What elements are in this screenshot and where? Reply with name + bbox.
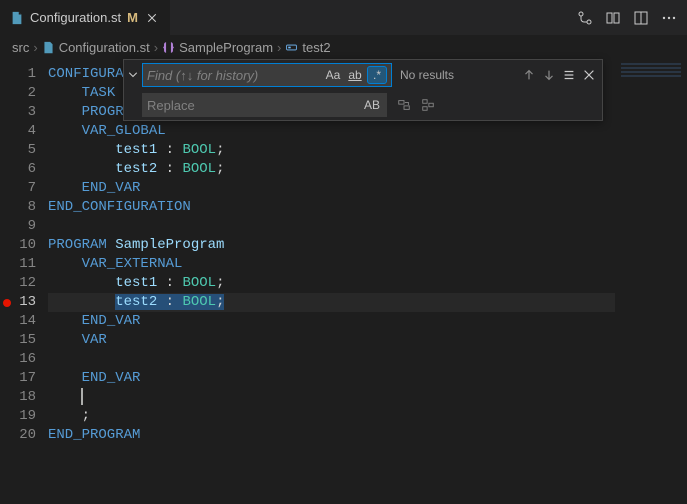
toggle-replace-button[interactable]: [124, 60, 142, 90]
split-editor-icon[interactable]: [633, 10, 649, 26]
breadcrumb-file[interactable]: Configuration.st: [59, 40, 150, 55]
minimap-content: [621, 63, 681, 123]
code-line[interactable]: test1 : BOOL;: [48, 141, 687, 160]
line-number[interactable]: 20: [14, 426, 36, 445]
breadcrumb-sym2[interactable]: test2: [302, 40, 330, 55]
find-input[interactable]: [147, 68, 323, 83]
line-number[interactable]: 6: [14, 160, 36, 179]
line-number[interactable]: 16: [14, 350, 36, 369]
close-tab-button[interactable]: [144, 10, 160, 26]
code-line[interactable]: [48, 217, 687, 236]
match-whole-word-button[interactable]: ab: [345, 66, 365, 84]
line-number[interactable]: 8: [14, 198, 36, 217]
code-line[interactable]: END_PROGRAM: [48, 426, 687, 445]
replace-input[interactable]: [147, 98, 362, 113]
line-number[interactable]: 3: [14, 103, 36, 122]
line-number[interactable]: 10: [14, 236, 36, 255]
line-number[interactable]: 9: [14, 217, 36, 236]
chevron-right-icon: ›: [277, 40, 281, 55]
code-line[interactable]: test1 : BOOL;: [48, 274, 687, 293]
file-icon: [10, 11, 24, 25]
code-line[interactable]: END_VAR: [48, 369, 687, 388]
prev-match-button[interactable]: [522, 68, 536, 82]
line-number[interactable]: 12: [14, 274, 36, 293]
minimap[interactable]: [615, 59, 687, 499]
line-number[interactable]: 11: [14, 255, 36, 274]
code-line[interactable]: VAR_GLOBAL: [48, 122, 687, 141]
editor-tab-configuration[interactable]: Configuration.st M: [0, 0, 170, 35]
replace-one-button[interactable]: [397, 98, 411, 112]
symbol-namespace-icon: [162, 41, 175, 54]
code-line[interactable]: END_CONFIGURATION: [48, 198, 687, 217]
code-line[interactable]: [48, 350, 687, 369]
match-case-button[interactable]: Aa: [323, 66, 343, 84]
code-line[interactable]: VAR_EXTERNAL: [48, 255, 687, 274]
line-number[interactable]: 7: [14, 179, 36, 198]
breadcrumb-sym1[interactable]: SampleProgram: [179, 40, 273, 55]
line-number[interactable]: 1: [14, 65, 36, 84]
more-actions-icon[interactable]: [661, 10, 677, 26]
preserve-case-button[interactable]: AB: [362, 96, 382, 114]
tab-modified-indicator: M: [127, 10, 138, 25]
breakpoint-icon[interactable]: [3, 299, 11, 307]
code-line[interactable]: test2 : BOOL;: [48, 160, 687, 179]
symbol-variable-icon: [285, 41, 298, 54]
line-number[interactable]: 18: [14, 388, 36, 407]
code-line[interactable]: END_VAR: [48, 179, 687, 198]
code-line[interactable]: PROGRAM SampleProgram: [48, 236, 687, 255]
open-changes-icon[interactable]: [605, 10, 621, 26]
replace-all-button[interactable]: [421, 98, 435, 112]
tab-bar: Configuration.st M: [0, 0, 687, 35]
breadcrumb-src[interactable]: src: [12, 40, 29, 55]
tab-filename: Configuration.st: [30, 10, 121, 25]
line-number[interactable]: 19: [14, 407, 36, 426]
line-number[interactable]: 15: [14, 331, 36, 350]
line-number[interactable]: 4: [14, 122, 36, 141]
scm-compare-icon[interactable]: [577, 10, 593, 26]
code-line[interactable]: ;: [48, 407, 687, 426]
find-replace-widget: Aa ab .* No results AB: [123, 59, 603, 121]
chevron-right-icon: ›: [33, 40, 37, 55]
replace-input-container: AB: [142, 93, 387, 117]
find-input-container: Aa ab .*: [142, 63, 392, 87]
breadcrumb[interactable]: src › Configuration.st › SampleProgram ›…: [0, 35, 687, 59]
line-number[interactable]: 2: [14, 84, 36, 103]
code-line[interactable]: test2 : BOOL;: [48, 293, 687, 312]
next-match-button[interactable]: [542, 68, 556, 82]
find-results-label: No results: [392, 68, 462, 82]
line-number[interactable]: 14: [14, 312, 36, 331]
code-content[interactable]: CONFIGURATION PLC_1 TASK Main(Interval :…: [48, 65, 687, 451]
line-number-gutter[interactable]: 1234567891011121314151617181920: [14, 65, 48, 451]
line-number[interactable]: 5: [14, 141, 36, 160]
code-line[interactable]: [48, 388, 687, 407]
close-find-button[interactable]: [582, 68, 596, 82]
file-icon: [42, 41, 55, 54]
find-in-selection-button[interactable]: [562, 68, 576, 82]
line-number[interactable]: 17: [14, 369, 36, 388]
use-regex-button[interactable]: .*: [367, 66, 387, 84]
chevron-right-icon: ›: [154, 40, 158, 55]
code-line[interactable]: VAR: [48, 331, 687, 350]
code-line[interactable]: END_VAR: [48, 312, 687, 331]
tab-actions: [577, 10, 687, 26]
line-number[interactable]: 13: [14, 293, 36, 312]
